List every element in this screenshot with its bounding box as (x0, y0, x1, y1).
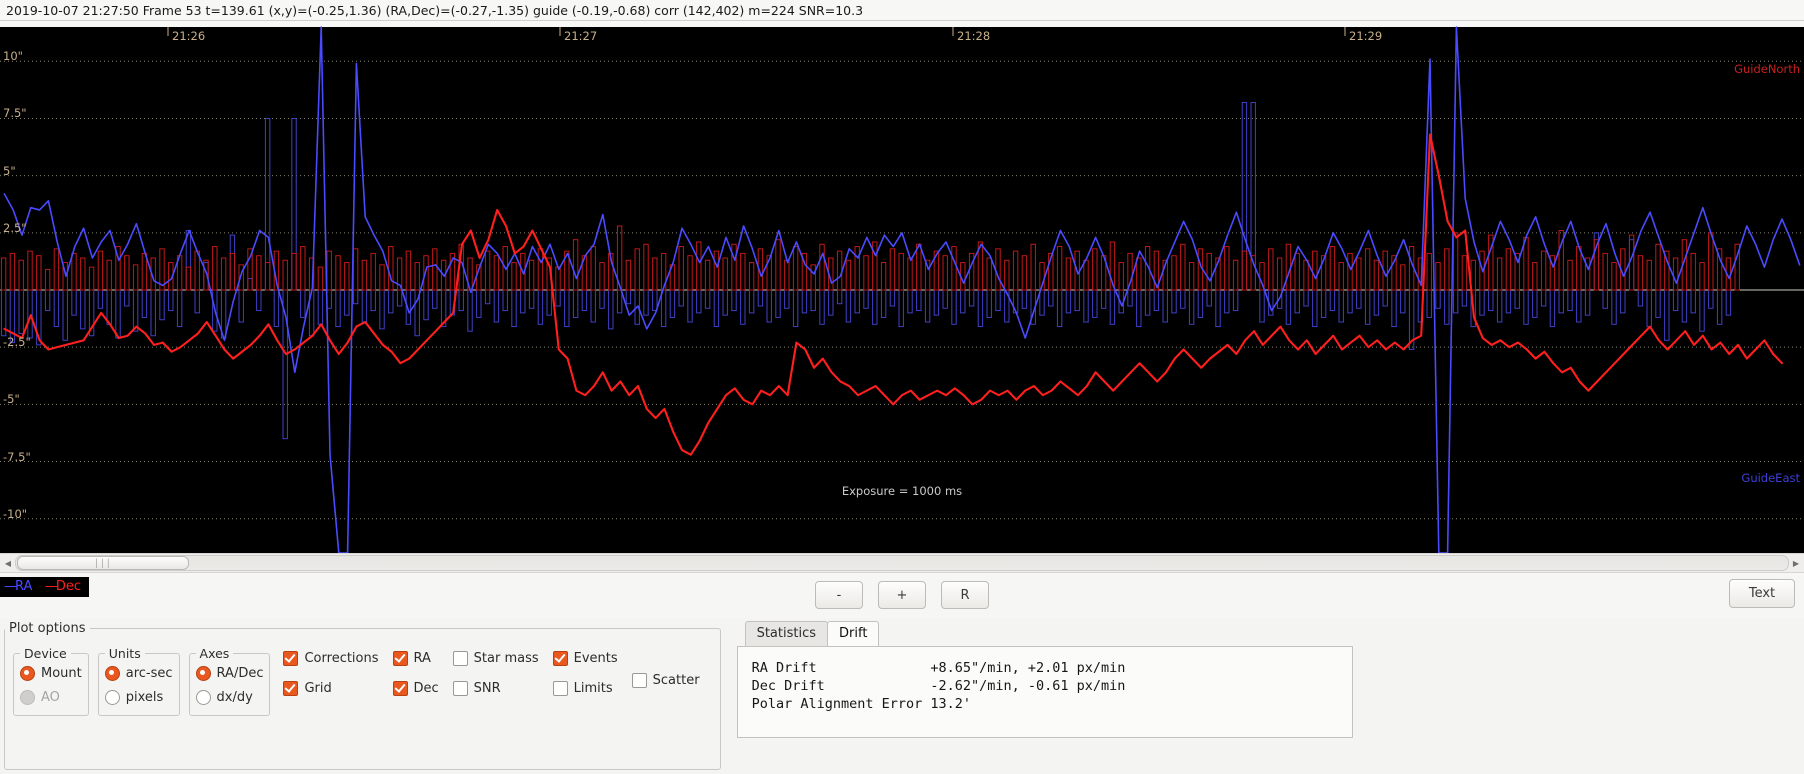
guide-east-label: GuideEast (1741, 471, 1800, 485)
checkbox-grid-icon[interactable] (283, 680, 299, 696)
text-button[interactable]: Text (1729, 579, 1795, 608)
plot-option-checkboxes: Corrections Grid RA Dec Star mass SNR Ev… (283, 646, 713, 700)
checkbox-scatter-label: Scatter (652, 672, 700, 688)
notebook-tabs: Statistics Drift (737, 621, 1798, 646)
radio-arcsec-icon[interactable] (104, 665, 120, 681)
plot-options-title: Plot options (9, 621, 86, 636)
radio-dxdy-label: dx/dy (216, 689, 253, 705)
units-group-title: Units (108, 646, 141, 661)
radio-radec-icon[interactable] (195, 665, 211, 681)
scroll-left-arrow-icon[interactable]: ◀ (2, 556, 14, 570)
checkbox-limits[interactable]: Limits (552, 676, 618, 700)
radio-arcsec-label: arc-sec (125, 665, 173, 681)
plot-options-panel: Plot options Device Mount AO Units arc-s… (4, 621, 721, 770)
reset-zoom-button[interactable]: R (941, 581, 989, 609)
checkbox-events-label: Events (573, 650, 618, 666)
radio-units-pixels[interactable]: pixels (104, 685, 173, 709)
zoom-button-group: - + R (0, 581, 1804, 609)
zoom-in-button[interactable]: + (878, 581, 926, 609)
radio-mount-icon[interactable] (20, 665, 35, 681)
checkbox-corrections-icon[interactable] (283, 650, 299, 666)
radio-pixels-icon[interactable] (104, 689, 120, 705)
scroll-right-arrow-icon[interactable]: ▶ (1790, 556, 1802, 570)
checkbox-dec-icon[interactable] (392, 680, 408, 696)
checkbox-snr-icon[interactable] (452, 680, 468, 696)
checkbox-ra-icon[interactable] (392, 650, 408, 666)
device-group-title: Device (24, 646, 67, 661)
graph-horizontal-scrollbar[interactable]: ◀ │││ ▶ (0, 553, 1804, 573)
radio-axes-dxdy[interactable]: dx/dy (195, 685, 264, 709)
checkbox-limits-label: Limits (573, 680, 613, 696)
checkbox-snr-label: SNR (473, 680, 501, 696)
axes-group-title: Axes (199, 646, 230, 661)
scrollbar-track[interactable]: │││ (15, 555, 1789, 571)
tab-drift[interactable]: Drift (827, 621, 880, 646)
radio-ao-icon[interactable] (20, 689, 35, 705)
drift-ra-line: RA Drift +8.65"/min, +2.01 px/min (751, 660, 1126, 676)
checkbox-grid[interactable]: Grid (283, 676, 378, 700)
checkbox-star-mass-icon[interactable] (452, 650, 468, 666)
zoom-out-button[interactable]: - (815, 581, 863, 609)
drift-tab-page: RA Drift +8.65"/min, +2.01 px/min Dec Dr… (736, 646, 1353, 738)
checkbox-events[interactable]: Events (552, 646, 618, 670)
radio-device-mount[interactable]: Mount (20, 661, 82, 685)
stats-notebook: Statistics Drift RA Drift +8.65"/min, +2… (736, 621, 1798, 770)
guiding-graph[interactable]: 10" 7.5" 5" 2.5" -2.5" -5" -7.5" -10" 21:26 21:27… (0, 21, 1804, 553)
checkbox-ra[interactable]: RA (392, 646, 439, 670)
radio-dxdy-icon[interactable] (195, 689, 211, 705)
drift-polar-line: Polar Alignment Error 13.2' (751, 696, 972, 712)
radio-mount-label: Mount (41, 665, 82, 681)
radio-axes-radec[interactable]: RA/Dec (195, 661, 264, 685)
exposure-label: Exposure = 1000 ms (841, 484, 963, 498)
drift-dec-line: Dec Drift -2.62"/min, -0.61 px/min (751, 678, 1126, 694)
graph-canvas (0, 21, 1804, 553)
radio-ao-label: AO (41, 689, 60, 705)
checkbox-scatter[interactable]: Scatter (631, 668, 700, 692)
checkbox-events-icon[interactable] (552, 650, 568, 666)
status-bar: 2019-10-07 21:27:50 Frame 53 t=139.61 (x… (0, 0, 1804, 21)
checkbox-dec[interactable]: Dec (392, 676, 439, 700)
checkbox-star-mass-label: Star mass (473, 650, 539, 666)
graph-toolbar-row: —RA —Dec - + R Text (0, 573, 1804, 619)
checkbox-dec-label: Dec (413, 680, 439, 696)
checkbox-limits-icon[interactable] (552, 680, 568, 696)
checkbox-snr[interactable]: SNR (452, 676, 539, 700)
axes-group: Axes RA/Dec dx/dy (188, 646, 271, 716)
checkbox-star-mass[interactable]: Star mass (452, 646, 539, 670)
scrollbar-thumb[interactable]: │││ (17, 556, 189, 570)
checkbox-corrections[interactable]: Corrections (283, 646, 379, 670)
checkbox-ra-label: RA (413, 650, 431, 666)
device-group: Device Mount AO (13, 646, 89, 716)
radio-radec-label: RA/Dec (216, 665, 264, 681)
checkbox-grid-label: Grid (304, 680, 332, 696)
radio-units-arcsec[interactable]: arc-sec (104, 661, 173, 685)
guide-north-label: GuideNorth (1734, 62, 1800, 76)
checkbox-corrections-label: Corrections (304, 650, 379, 666)
tab-statistics[interactable]: Statistics (744, 621, 828, 646)
bottom-panels: Plot options Device Mount AO Units arc-s… (0, 619, 1804, 774)
radio-pixels-label: pixels (125, 689, 164, 705)
units-group: Units arc-sec pixels (97, 646, 180, 716)
checkbox-scatter-icon[interactable] (631, 672, 647, 688)
radio-device-ao[interactable]: AO (20, 685, 82, 709)
